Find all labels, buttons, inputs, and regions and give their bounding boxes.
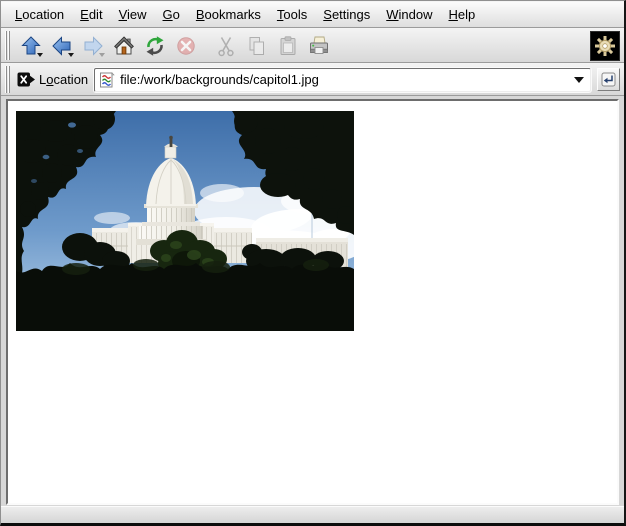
main-toolbar (1, 28, 624, 63)
reload-button[interactable] (139, 30, 170, 61)
clear-location-icon (17, 72, 36, 87)
up-button[interactable] (15, 30, 46, 61)
paste-button (272, 30, 303, 61)
html-view[interactable] (6, 99, 619, 505)
go-enter-icon (601, 72, 616, 87)
stop-icon (175, 35, 197, 57)
print-icon (308, 35, 330, 57)
toolbar-drag-handle[interactable] (5, 31, 11, 60)
capitol-photo (16, 111, 354, 331)
paste-icon (277, 35, 299, 57)
url-history-dropdown[interactable] (572, 71, 586, 89)
image-file-icon (99, 72, 115, 88)
home-button[interactable] (108, 30, 139, 61)
copy-button (241, 30, 272, 61)
menu-help[interactable]: Help (441, 4, 484, 25)
cut-button (210, 30, 241, 61)
copy-icon (246, 35, 268, 57)
menu-bookmarks[interactable]: Bookmarks (188, 4, 269, 25)
back-dropdown-arrow-icon[interactable] (68, 53, 74, 57)
locationbar-drag-handle[interactable] (5, 66, 11, 93)
konqueror-window: Location Edit View Go Bookmarks Tools Se… (0, 0, 626, 526)
kde-gear-icon (594, 35, 616, 57)
location-label: Location (39, 72, 88, 87)
up-dropdown-arrow-icon[interactable] (37, 53, 43, 57)
menu-view[interactable]: View (111, 4, 155, 25)
menu-bar: Location Edit View Go Bookmarks Tools Se… (1, 1, 624, 28)
kde-throbber[interactable] (590, 31, 620, 61)
menu-location[interactable]: Location (7, 4, 72, 25)
back-button[interactable] (46, 30, 77, 61)
menu-tools[interactable]: Tools (269, 4, 315, 25)
print-button[interactable] (303, 30, 334, 61)
menu-settings[interactable]: Settings (315, 4, 378, 25)
forward-dropdown-arrow-icon (99, 53, 105, 57)
go-button[interactable] (597, 68, 620, 91)
status-bar (1, 506, 624, 523)
home-icon (113, 35, 135, 57)
stop-button (170, 30, 201, 61)
url-input[interactable] (118, 72, 572, 87)
reload-icon (144, 35, 166, 57)
trees-bottom (16, 259, 354, 331)
menu-go[interactable]: Go (155, 4, 188, 25)
combo-arrow-icon (574, 77, 584, 83)
location-toolbar: Location (1, 63, 624, 96)
cut-icon (215, 35, 237, 57)
url-combobox[interactable] (94, 68, 591, 92)
clear-location-button[interactable] (15, 69, 37, 91)
forward-button (77, 30, 108, 61)
menu-window[interactable]: Window (378, 4, 440, 25)
menu-edit[interactable]: Edit (72, 4, 110, 25)
